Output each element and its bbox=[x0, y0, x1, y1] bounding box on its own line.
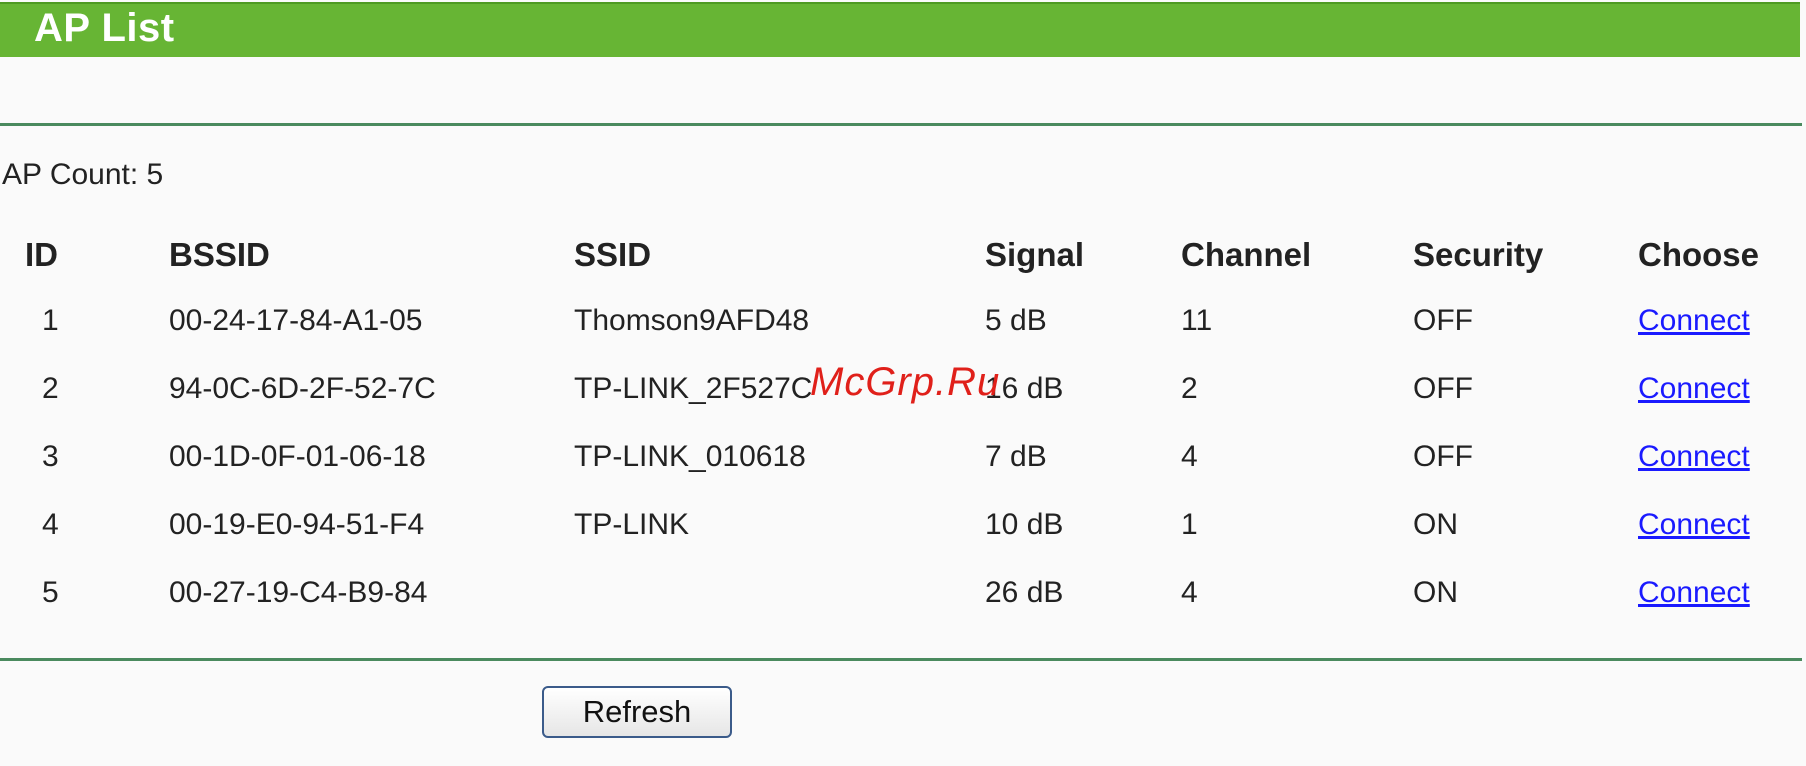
cell-channel: 4 bbox=[1181, 576, 1198, 609]
column-header-bssid: BSSID bbox=[169, 236, 270, 273]
cell-ssid: Thomson9AFD48 bbox=[574, 304, 810, 337]
table-row: 2 94-0C-6D-2F-52-7C TP-LINK_2F527C 16 dB… bbox=[0, 356, 1800, 424]
cell-signal: 26 dB bbox=[985, 576, 1064, 609]
table-header-row: ID BSSID SSID Signal Channel Security Ch… bbox=[0, 222, 1800, 288]
cell-id: 2 bbox=[42, 372, 59, 405]
connect-link[interactable]: Connect bbox=[1638, 288, 1750, 354]
title-bar: AP List bbox=[0, 2, 1800, 57]
cell-id: 5 bbox=[42, 576, 59, 609]
cell-id: 1 bbox=[42, 304, 59, 337]
column-header-id: ID bbox=[25, 236, 58, 273]
bottom-divider bbox=[0, 658, 1802, 661]
column-header-ssid: SSID bbox=[574, 236, 652, 273]
cell-channel: 1 bbox=[1181, 508, 1198, 541]
refresh-button[interactable]: Refresh bbox=[542, 686, 732, 738]
cell-bssid: 94-0C-6D-2F-52-7C bbox=[169, 372, 436, 405]
cell-signal: 7 dB bbox=[985, 440, 1047, 473]
cell-security: ON bbox=[1413, 576, 1458, 609]
column-header-security: Security bbox=[1413, 236, 1544, 273]
cell-bssid: 00-19-E0-94-51-F4 bbox=[169, 508, 425, 541]
cell-signal: 16 dB bbox=[985, 372, 1064, 405]
cell-bssid: 00-27-19-C4-B9-84 bbox=[169, 576, 428, 609]
cell-ssid: TP-LINK_2F527C bbox=[574, 372, 813, 405]
cell-signal: 10 dB bbox=[985, 508, 1064, 541]
cell-id: 3 bbox=[42, 440, 59, 473]
cell-bssid: 00-24-17-84-A1-05 bbox=[169, 304, 423, 337]
cell-id: 4 bbox=[42, 508, 59, 541]
cell-bssid: 00-1D-0F-01-06-18 bbox=[169, 440, 426, 473]
cell-ssid: TP-LINK_010618 bbox=[574, 440, 806, 473]
connect-link[interactable]: Connect bbox=[1638, 424, 1750, 490]
cell-security: OFF bbox=[1413, 440, 1473, 473]
column-header-choose: Choose bbox=[1638, 236, 1760, 273]
column-header-signal: Signal bbox=[985, 236, 1085, 273]
cell-security: OFF bbox=[1413, 372, 1473, 405]
cell-ssid: TP-LINK bbox=[574, 508, 690, 541]
cell-security: OFF bbox=[1413, 304, 1473, 337]
ap-table: ID BSSID SSID Signal Channel Security Ch… bbox=[0, 222, 1800, 628]
cell-signal: 5 dB bbox=[985, 304, 1047, 337]
connect-link[interactable]: Connect bbox=[1638, 356, 1750, 422]
ap-list-page: AP List AP Count: 5 ID BSSID SSID Signal… bbox=[0, 0, 1806, 766]
cell-channel: 2 bbox=[1181, 372, 1198, 405]
top-divider bbox=[0, 123, 1802, 126]
table-row: 1 00-24-17-84-A1-05 Thomson9AFD48 5 dB 1… bbox=[0, 288, 1800, 356]
column-header-channel: Channel bbox=[1181, 236, 1312, 273]
cell-channel: 11 bbox=[1181, 304, 1213, 337]
table-row: 3 00-1D-0F-01-06-18 TP-LINK_010618 7 dB … bbox=[0, 424, 1800, 492]
page-title: AP List bbox=[34, 6, 175, 50]
cell-channel: 4 bbox=[1181, 440, 1198, 473]
cell-security: ON bbox=[1413, 508, 1458, 541]
connect-link[interactable]: Connect bbox=[1638, 492, 1750, 558]
table-row: 4 00-19-E0-94-51-F4 TP-LINK 10 dB 1 ON C… bbox=[0, 492, 1800, 560]
table-row: 5 00-27-19-C4-B9-84 26 dB 4 ON Connect bbox=[0, 560, 1800, 628]
connect-link[interactable]: Connect bbox=[1638, 560, 1750, 626]
ap-count: AP Count: 5 bbox=[2, 158, 164, 191]
